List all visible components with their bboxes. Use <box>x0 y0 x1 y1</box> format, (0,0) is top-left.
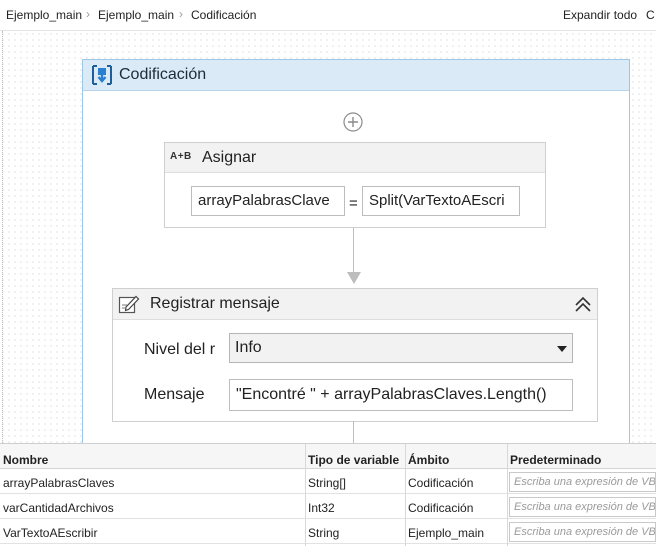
connector-line <box>353 421 354 443</box>
variable-default-input[interactable]: Escriba una expresión de VB <box>509 472 656 492</box>
breadcrumb-item-root[interactable]: Ejemplo_main <box>6 8 82 22</box>
expand-all-link[interactable]: Expandir todo <box>563 8 637 22</box>
log-message-header[interactable]: Registrar mensaje <box>113 289 597 320</box>
assign-activity[interactable]: A+B Asignar arrayPalabrasClave = Split(V… <box>164 142 546 228</box>
variable-default-input[interactable]: Escriba una expresión de VB <box>509 497 656 517</box>
assign-to-field[interactable]: arrayPalabrasClave <box>191 186 345 216</box>
breadcrumb-item-main[interactable]: Ejemplo_main <box>98 8 174 22</box>
sequence-icon <box>91 65 113 85</box>
connector-line <box>353 228 354 274</box>
column-header-type[interactable]: Tipo de variable <box>305 444 405 469</box>
breadcrumb-separator-icon: › <box>86 7 90 21</box>
sequence-title: Codificación <box>119 66 207 83</box>
breadcrumb-separator-icon: › <box>179 7 183 21</box>
column-divider[interactable] <box>507 444 508 546</box>
assign-title: Asignar <box>202 149 257 166</box>
column-header-default[interactable]: Predeterminado <box>507 444 656 469</box>
collapse-all-link[interactable]: C <box>646 8 655 22</box>
variable-type-cell[interactable]: Int32 <box>305 494 405 519</box>
log-level-value: Info <box>235 339 262 356</box>
variable-name-cell[interactable]: arrayPalabrasClaves <box>0 469 305 494</box>
variable-default-input[interactable]: Escriba una expresión de VB <box>509 522 656 542</box>
variable-scope-cell[interactable]: Ejemplo_main <box>405 519 507 544</box>
breadcrumb: Ejemplo_main › Ejemplo_main › Codificaci… <box>0 0 656 31</box>
variable-type-cell[interactable]: String[] <box>305 469 405 494</box>
log-message-activity[interactable]: Registrar mensaje Nivel del r Info Mensa… <box>112 288 598 422</box>
breadcrumb-item-current[interactable]: Codificación <box>191 8 256 22</box>
variable-type-cell[interactable]: String <box>305 519 405 544</box>
canvas-left-border <box>2 31 3 443</box>
sequence-header[interactable]: Codificación <box>83 60 629 91</box>
log-level-dropdown[interactable]: Info <box>229 333 573 363</box>
log-message-title: Registrar mensaje <box>150 295 280 312</box>
column-divider[interactable] <box>305 444 306 546</box>
assign-icon: A+B <box>170 151 192 162</box>
log-message-label: Mensaje <box>144 386 205 403</box>
column-header-scope[interactable]: Ámbito <box>405 444 507 469</box>
log-level-label: Nivel del r <box>144 341 216 358</box>
variable-scope-cell[interactable]: Codificación <box>405 494 507 519</box>
assign-value-field[interactable]: Split(VarTextoAEscri <box>362 186 520 216</box>
assign-header[interactable]: A+B Asignar <box>165 143 545 173</box>
assign-equals-sign: = <box>349 195 358 212</box>
collapse-chevron-icon[interactable] <box>574 295 592 313</box>
dropdown-caret-icon <box>557 346 567 352</box>
column-divider[interactable] <box>405 444 406 546</box>
column-header-name[interactable]: Nombre <box>0 444 305 469</box>
connector-arrow-icon <box>347 272 361 284</box>
edit-log-icon <box>118 294 140 314</box>
log-message-field[interactable]: "Encontré " + arrayPalabrasClaves.Length… <box>229 379 573 411</box>
variable-name-cell[interactable]: VarTextoAEscribir <box>0 519 305 544</box>
add-activity-icon[interactable] <box>343 112 363 132</box>
variable-scope-cell[interactable]: Codificación <box>405 469 507 494</box>
variables-panel: Nombre Tipo de variable Ámbito Predeterm… <box>0 443 656 546</box>
variable-name-cell[interactable]: varCantidadArchivos <box>0 494 305 519</box>
